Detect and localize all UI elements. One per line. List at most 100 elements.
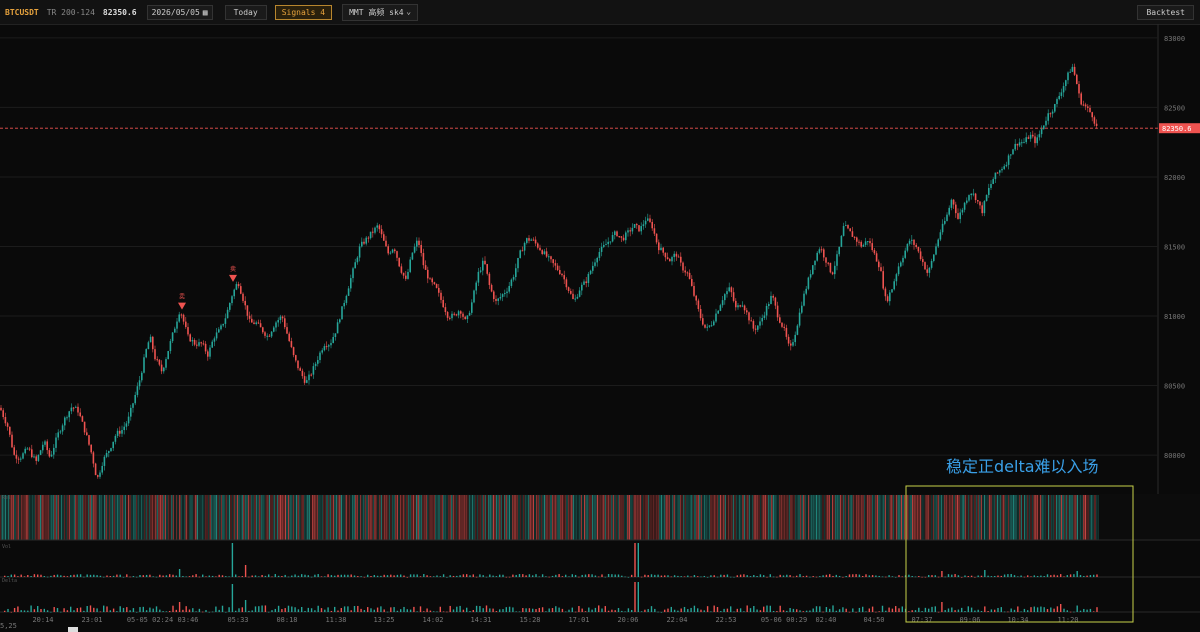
- heat-strip-bar: [137, 495, 139, 540]
- candle-body: [710, 325, 713, 327]
- heat-strip-bar: [1080, 495, 1082, 540]
- candle-body: [858, 241, 860, 243]
- candle-body: [435, 284, 438, 288]
- volume-bar: [749, 608, 752, 612]
- heat-strip-bar: [896, 495, 898, 540]
- heat-strip-bar: [651, 495, 653, 540]
- volume-bar: [574, 574, 577, 577]
- heat-strip-bar: [25, 495, 27, 540]
- volume-bar: [33, 574, 36, 577]
- candle-body: [251, 318, 253, 323]
- heat-strip-bar: [534, 495, 536, 540]
- volume-bar: [73, 574, 75, 577]
- candle-body: [1047, 113, 1049, 121]
- heat-strip-bar: [305, 495, 307, 540]
- volume-bar: [363, 576, 366, 578]
- heat-strip-bar: [716, 495, 718, 540]
- volume-bar: [145, 610, 148, 612]
- heat-strip-bar: [644, 495, 646, 540]
- candle-body: [176, 321, 178, 329]
- heat-strip-bar: [284, 495, 286, 540]
- heat-strip-bar: [915, 495, 917, 540]
- volume-bar: [687, 609, 689, 612]
- candle-body: [851, 231, 854, 237]
- heat-strip-bar: [614, 495, 616, 540]
- candle-body: [625, 232, 627, 241]
- heat-strip-bar: [1038, 495, 1040, 540]
- candle-body: [695, 295, 697, 301]
- candle-body: [464, 316, 466, 320]
- candle-body: [312, 366, 315, 375]
- heat-strip-bar: [646, 495, 648, 540]
- heat-strip-bar: [328, 495, 330, 540]
- volume-bar: [687, 575, 689, 577]
- x-tick-label: 15:28: [519, 616, 540, 624]
- heat-strip-bar: [1033, 495, 1035, 540]
- scrollbar-thumb[interactable]: [68, 627, 78, 632]
- heat-strip-bar: [846, 495, 848, 540]
- volume-bar: [825, 574, 828, 577]
- volume-bar: [895, 606, 897, 612]
- heat-strip-bar: [360, 495, 362, 540]
- heat-strip-bar: [531, 495, 533, 540]
- volume-bar: [1013, 609, 1016, 612]
- candle-body: [1065, 80, 1067, 87]
- x-tick-label: 10:34: [1007, 616, 1028, 624]
- heat-strip-bar: [888, 495, 890, 540]
- candle-body: [2, 410, 4, 417]
- heat-strip-bar: [104, 495, 106, 540]
- volume-bar: [162, 611, 164, 612]
- candle-body: [959, 212, 961, 219]
- heat-strip-bar: [380, 495, 382, 540]
- volume-bar: [789, 575, 791, 577]
- candle-body: [295, 355, 297, 361]
- volume-bar: [786, 610, 788, 612]
- heat-strip-bar: [787, 495, 789, 540]
- heat-strip-bar: [454, 495, 456, 540]
- volume-bar: [307, 575, 309, 577]
- heat-strip-bar: [542, 495, 544, 540]
- volume-bar: [680, 576, 682, 577]
- heat-strip-bar: [227, 495, 229, 540]
- volume-bar: [822, 575, 824, 577]
- volume-bar: [221, 575, 224, 577]
- candle-body: [746, 310, 748, 313]
- heat-strip-bar: [476, 495, 478, 540]
- candle-body: [838, 246, 840, 255]
- heat-strip-bar: [1024, 495, 1026, 540]
- heat-strip-bar: [747, 495, 749, 540]
- candle-body: [1023, 142, 1025, 144]
- heat-strip-bar: [296, 495, 298, 540]
- heat-strip-bar: [406, 495, 408, 540]
- candle-body: [88, 435, 90, 445]
- volume-bar: [485, 576, 488, 578]
- heat-strip-bar: [161, 495, 163, 540]
- heat-strip-bar: [70, 495, 72, 540]
- price-chart[interactable]: 卖卖 8300082500820008150081000805008000082…: [0, 0, 1200, 632]
- volume-bar: [693, 605, 696, 612]
- candle-body: [785, 327, 788, 337]
- candle-body: [862, 244, 865, 247]
- heat-strip-bar: [489, 495, 491, 540]
- heat-strip-bar: [184, 495, 186, 540]
- candle-body: [517, 257, 519, 269]
- candle-body: [897, 266, 900, 275]
- volume-bar: [89, 574, 92, 577]
- volume-bar: [93, 574, 95, 577]
- volume-bar: [248, 576, 250, 578]
- volume-bar: [76, 608, 78, 612]
- heat-strip-bar: [427, 495, 429, 540]
- candle-body: [449, 317, 451, 319]
- volume-bar: [152, 608, 154, 612]
- heat-strip-bar: [798, 495, 800, 540]
- candle-body: [1091, 112, 1093, 118]
- heat-strip-bar: [513, 495, 515, 540]
- candle-body: [468, 312, 471, 316]
- heat-strip-bar: [808, 495, 810, 540]
- candle-body: [607, 241, 609, 245]
- candle-body: [273, 327, 275, 332]
- heat-strip-bar: [51, 495, 53, 540]
- heat-strip-bar: [299, 495, 301, 540]
- volume-bar: [898, 608, 900, 612]
- volume-bar: [116, 574, 118, 577]
